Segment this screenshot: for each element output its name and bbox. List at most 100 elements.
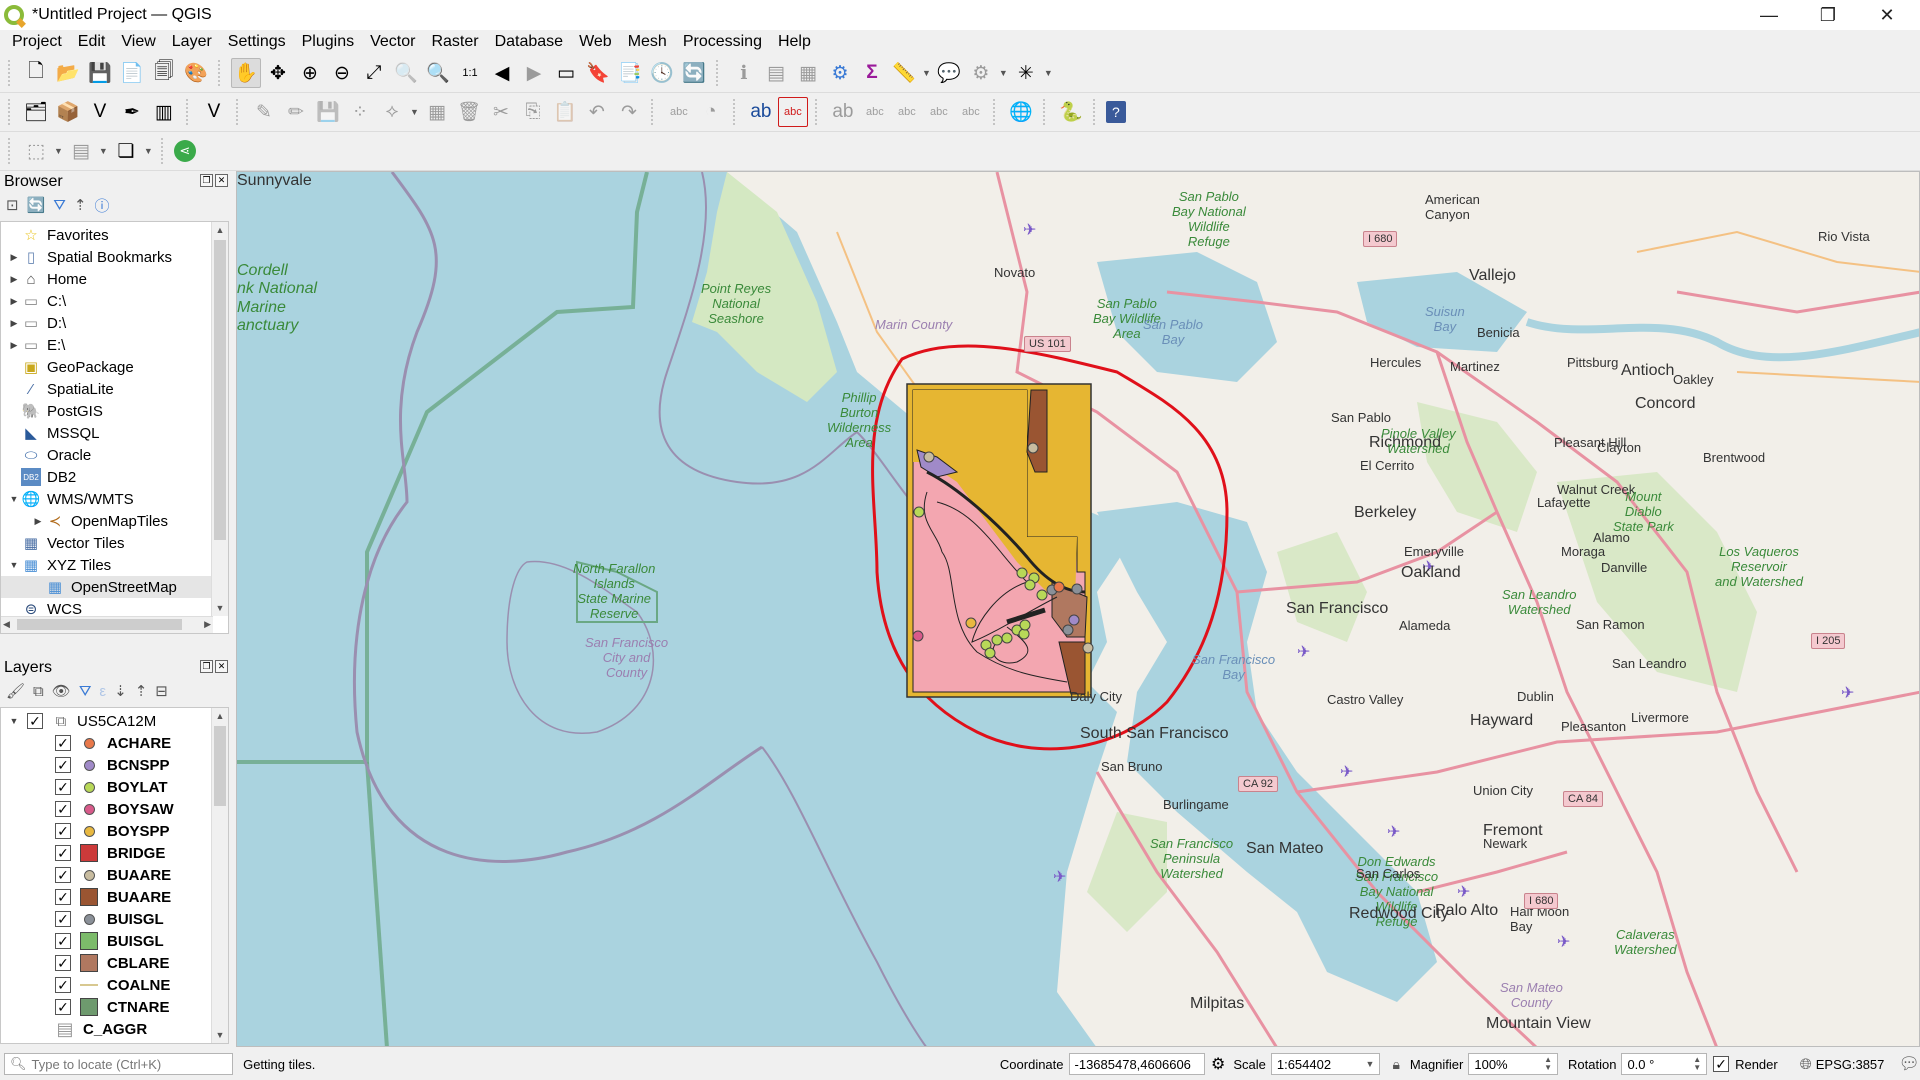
label-toolbar-icon[interactable]: abc	[664, 97, 694, 127]
paste-features-icon[interactable]: 📋	[550, 97, 580, 127]
zoom-out-icon[interactable]: ⊖	[327, 58, 357, 88]
delete-selected-icon[interactable]: 🗑	[454, 97, 484, 127]
remove-layer-icon[interactable]: ⊟	[155, 682, 168, 700]
chevron-down-icon[interactable]: ▼	[99, 146, 108, 156]
field-calculator-icon[interactable]: ▦	[793, 58, 823, 88]
menu-edit[interactable]: Edit	[70, 33, 114, 51]
current-edits-icon[interactable]: ✎	[249, 97, 279, 127]
browser-horizontal-scrollbar[interactable]: ◀ ▶	[1, 616, 213, 633]
select-attributes-icon[interactable]: ▤	[66, 136, 96, 166]
menu-plugins[interactable]: Plugins	[294, 33, 362, 51]
chevron-down-icon[interactable]: ▼	[144, 146, 153, 156]
pan-to-selection-icon[interactable]: ✥	[263, 58, 293, 88]
browser-vertical-scrollbar[interactable]: ▲ ▼	[211, 222, 228, 616]
browser-item[interactable]: ▶ ▯ Spatial Bookmarks	[1, 246, 228, 268]
scroll-up-arrow-icon[interactable]: ▲	[212, 222, 228, 238]
layers-vertical-scrollbar[interactable]: ▲ ▼	[211, 708, 228, 1043]
pin-labels-icon[interactable]: ab	[746, 97, 776, 127]
locator-search-input[interactable]: 🔍︎ Type to locate (Ctrl+K)	[4, 1053, 234, 1075]
float-panel-button[interactable]: ❐	[200, 660, 213, 673]
new-spatialite-layer-icon[interactable]: ✒	[117, 97, 147, 127]
render-checkbox[interactable]: ✓	[1713, 1056, 1730, 1072]
menu-view[interactable]: View	[113, 33, 163, 51]
data-source-manager-icon[interactable]: 🗂	[21, 97, 51, 127]
show-bookmarks-icon[interactable]: 📑	[615, 58, 645, 88]
add-feature-icon[interactable]: ⁘	[345, 97, 375, 127]
layer-item[interactable]: ✓ BCNSPP	[1, 754, 228, 776]
layout-manager-icon[interactable]: 🗐	[149, 58, 179, 88]
scroll-left-arrow-icon[interactable]: ◀	[3, 619, 10, 630]
collapse-all-icon[interactable]: ⇡	[135, 682, 148, 700]
toolbar-handle[interactable]	[8, 138, 14, 164]
browser-item[interactable]: DB2 DB2	[1, 466, 228, 488]
scroll-up-arrow-icon[interactable]: ▲	[212, 708, 228, 724]
layer-visibility-checkbox[interactable]: ✓	[55, 977, 71, 993]
chevron-down-icon[interactable]: ▼	[999, 68, 1008, 78]
save-edits-icon[interactable]: 💾	[313, 97, 343, 127]
expand-arrow-icon[interactable]: ▶	[7, 296, 21, 307]
layer-visibility-checkbox[interactable]: ✓	[55, 999, 71, 1015]
menu-layer[interactable]: Layer	[164, 33, 220, 51]
close-button[interactable]: ✕	[1858, 0, 1916, 30]
filter-legend-icon[interactable]: ⛛	[79, 683, 92, 700]
layer-visibility-checkbox[interactable]: ✓	[55, 801, 71, 817]
scrollbar-thumb[interactable]	[214, 726, 226, 806]
new-temporary-layer-icon[interactable]: ▥	[149, 97, 179, 127]
layer-item[interactable]: ✓ CBLARE	[1, 952, 228, 974]
scroll-right-arrow-icon[interactable]: ▶	[204, 619, 211, 630]
style-manager-icon[interactable]: 🎨	[181, 58, 211, 88]
collapse-arrow-icon[interactable]: ▼	[7, 494, 21, 504]
browser-item[interactable]: ▼ ▦ XYZ Tiles	[1, 554, 228, 576]
locator-icon[interactable]: ⚙	[966, 58, 996, 88]
maximize-button[interactable]: ❐	[1799, 0, 1857, 30]
collapse-arrow-icon[interactable]: ▼	[7, 560, 21, 570]
new-geopackage-layer-icon[interactable]: 📦	[53, 97, 83, 127]
group-visibility-checkbox[interactable]: ✓	[27, 713, 43, 729]
menu-database[interactable]: Database	[487, 33, 572, 51]
browser-item[interactable]: ▼ 🌐 WMS/WMTS	[1, 488, 228, 510]
style-icon[interactable]: 🖌	[6, 682, 25, 700]
chevron-down-icon[interactable]: ▼	[1044, 68, 1053, 78]
layer-visibility-checkbox[interactable]: ✓	[55, 933, 71, 949]
show-hide-labels-icon[interactable]: abc	[860, 97, 890, 127]
menu-processing[interactable]: Processing	[675, 33, 770, 51]
menu-mesh[interactable]: Mesh	[620, 33, 675, 51]
browser-item[interactable]: ▶ ▭ E:\	[1, 334, 228, 356]
chevron-down-icon[interactable]: ▼	[922, 68, 931, 78]
browser-item[interactable]: 🐘 PostGIS	[1, 400, 228, 422]
layer-item[interactable]: ✓ BUAARE	[1, 864, 228, 886]
close-panel-button[interactable]: ✕	[215, 174, 228, 187]
expand-arrow-icon[interactable]: ▶	[7, 252, 21, 263]
toggle-extents-icon[interactable]: ⚙	[1211, 1054, 1225, 1074]
toggle-editing-icon[interactable]: ✏	[281, 97, 311, 127]
spin-arrows-icon[interactable]: ▲ ▼	[1693, 1056, 1701, 1072]
layer-item[interactable]: ✓ BOYSPP	[1, 820, 228, 842]
change-label-icon[interactable]: abc	[924, 97, 954, 127]
pan-map-icon[interactable]: ✋	[231, 58, 261, 88]
expand-arrow-icon[interactable]: ▶	[31, 516, 45, 527]
magnifier-spinbox[interactable]: 100% ▲ ▼	[1468, 1053, 1559, 1075]
layer-item[interactable]: ✓ COALNE	[1, 974, 228, 996]
metasearch-icon[interactable]: 🌐	[1006, 97, 1036, 127]
zoom-full-icon[interactable]: ⤢	[359, 58, 389, 88]
modify-attributes-icon[interactable]: ▦	[422, 97, 452, 127]
add-selected-layers-icon[interactable]: ⊡	[6, 196, 19, 214]
expand-arrow-icon[interactable]: ▶	[7, 274, 21, 285]
browser-item[interactable]: ▶ ▭ C:\	[1, 290, 228, 312]
browser-item[interactable]: ⁄ SpatiaLite	[1, 378, 228, 400]
menu-raster[interactable]: Raster	[423, 33, 486, 51]
layer-item[interactable]: ✓ CTNARE	[1, 996, 228, 1018]
zoom-native-icon[interactable]: 1:1	[455, 58, 485, 88]
spin-arrows-icon[interactable]: ▲ ▼	[1544, 1056, 1552, 1072]
layer-item[interactable]: ✓ BUISGL	[1, 930, 228, 952]
diagram-icon[interactable]: ◔	[696, 97, 726, 127]
filter-expression-icon[interactable]: ε	[99, 683, 106, 700]
new-shapefile-layer-icon[interactable]: V	[85, 97, 115, 127]
layer-visibility-checkbox[interactable]: ✓	[55, 955, 71, 971]
zoom-to-selection-icon[interactable]: 🔍	[391, 58, 421, 88]
lock-scale-icon[interactable]: 🔒︎	[1392, 1056, 1399, 1073]
vertex-tool-icon[interactable]: ⟡	[377, 97, 407, 127]
temporal-controller-icon[interactable]: 🕓	[647, 58, 677, 88]
help-icon[interactable]: ?	[1105, 101, 1126, 123]
layer-item[interactable]: ✓ ACHARE	[1, 732, 228, 754]
